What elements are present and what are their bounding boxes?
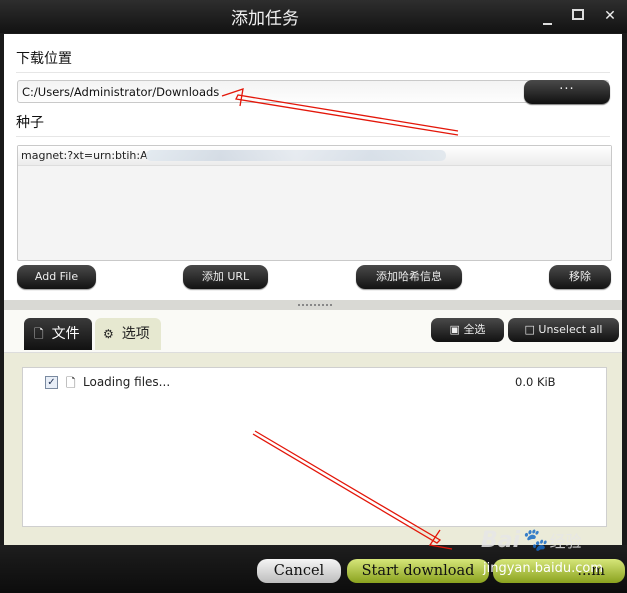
file-checkbox[interactable]: ✓ — [45, 376, 58, 389]
divider-line — [16, 72, 610, 73]
maximize-icon[interactable] — [568, 6, 588, 26]
select-all-icon: ▣ — [449, 323, 464, 336]
tab-options[interactable]: ⚙ 选项 — [95, 318, 161, 350]
seed-magnet-text: magnet:?xt=urn:btih:A — [21, 149, 148, 162]
tab-files-label: 文件 — [51, 326, 80, 342]
add-url-button[interactable]: 添加 URL — [183, 265, 268, 289]
file-icon: 🗋 — [34, 327, 44, 341]
files-panel: 🗋 文件 ⚙ 选项 ▣ 全选 □ Unselect all ✓ 🗋 Loading … — [4, 310, 622, 545]
add-file-button[interactable]: Add File — [17, 265, 96, 289]
file-icon: 🗋 — [66, 376, 76, 390]
unselect-all-button[interactable]: □ Unselect all — [508, 318, 619, 342]
gear-icon: ⚙ — [103, 327, 114, 341]
divider-line — [16, 136, 610, 137]
seed-label: 种子 — [16, 115, 44, 131]
tab-files[interactable]: 🗋 文件 — [24, 318, 92, 350]
remove-button[interactable]: 移除 — [549, 265, 611, 289]
tab-options-label: 选项 — [121, 326, 150, 342]
file-list[interactable]: ✓ 🗋 Loading files... 0.0 KiB — [22, 367, 607, 527]
partial-footer-label: ...m — [577, 563, 605, 579]
seed-list[interactable]: magnet:?xt=urn:btih:A — [17, 145, 612, 261]
seed-row[interactable]: magnet:?xt=urn:btih:A — [18, 146, 611, 166]
file-name: Loading files... — [83, 375, 171, 389]
download-path-input[interactable]: C:/Users/Administrator/Downloads — [17, 80, 609, 103]
title-bar: 添加任务 ✕ — [0, 0, 627, 33]
grip-icon — [298, 304, 332, 308]
close-icon[interactable]: ✕ — [600, 6, 620, 26]
file-size: 0.0 KiB — [515, 375, 556, 389]
files-panel-header: 🗋 文件 ⚙ 选项 ▣ 全选 □ Unselect all — [4, 310, 622, 353]
select-all-label: 全选 — [463, 323, 486, 336]
add-hash-button[interactable]: 添加哈希信息 — [356, 265, 462, 289]
cancel-button[interactable]: Cancel — [257, 559, 341, 583]
splitter-handle[interactable] — [4, 300, 622, 310]
minimize-icon[interactable] — [537, 6, 557, 26]
window-title: 添加任务 — [231, 9, 299, 29]
browse-button[interactable]: ··· — [524, 80, 610, 104]
start-download-button[interactable]: Start download — [347, 559, 489, 583]
download-location-label: 下载位置 — [16, 51, 72, 67]
unselect-all-icon: □ — [524, 323, 539, 336]
unselect-all-label: Unselect all — [538, 323, 603, 336]
add-task-panel: 下载位置 C:/Users/Administrator/Downloads ··… — [4, 34, 622, 300]
blurred-hash — [146, 150, 446, 161]
dialog-footer: Cancel Start download ...m — [0, 545, 627, 593]
partial-footer-button[interactable]: ...m — [493, 559, 625, 583]
select-all-button[interactable]: ▣ 全选 — [431, 318, 504, 342]
